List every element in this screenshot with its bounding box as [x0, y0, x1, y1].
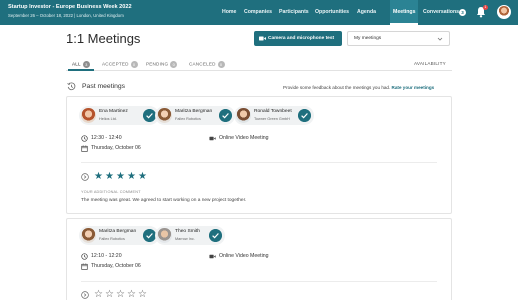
nav-agenda[interactable]: Agenda — [357, 9, 376, 15]
nav-conversations[interactable]: Conversations — [423, 9, 459, 15]
tab-all-count: 3 — [82, 61, 90, 68]
meetings-filter-select[interactable]: My meetings — [347, 31, 450, 46]
clock-icon — [81, 253, 88, 260]
participant-name: Maritza Bergman — [99, 229, 137, 234]
tab-canceled-count: 0 — [217, 61, 225, 68]
feedback-prompt-text: Provide some feedback about the meetings… — [283, 85, 391, 90]
meeting-date: Thursday, October 06 — [91, 145, 141, 151]
nav-meetings[interactable]: Meetings — [393, 9, 415, 15]
nav-participants[interactable]: Participants — [279, 9, 309, 15]
tab-pending-count: 0 — [170, 61, 178, 68]
chevron-down-icon — [437, 37, 443, 41]
participant-company: Fallex Robotics — [99, 237, 125, 241]
star-empty-icon[interactable]: ☆ — [94, 290, 103, 300]
tab-canceled-label: CANCELED — [189, 61, 216, 67]
meeting-card: Ena Martinez Helios Ltd. Maritza Bergman… — [66, 96, 452, 214]
comment-text: The meeting was great. We agreed to star… — [81, 198, 247, 203]
user-avatar[interactable] — [497, 5, 511, 19]
nav-active-underline — [390, 23, 418, 25]
notification-count-badge: 1 — [483, 5, 488, 10]
nav-home[interactable]: Home — [222, 9, 236, 15]
meeting-card: Maritza Bergman Fallex Robotics Theo Smi… — [66, 218, 452, 300]
tab-active-underline — [68, 69, 94, 71]
camera-icon — [259, 36, 266, 41]
participant-avatar — [157, 108, 172, 123]
tab-accepted-count: 0 — [130, 61, 138, 68]
camera-button-label: Camera and microphone test — [268, 36, 335, 41]
star-filled-icon[interactable]: ★ — [138, 172, 147, 182]
nav-opportunities[interactable]: Opportunities — [315, 9, 349, 15]
calendar-icon — [81, 145, 88, 152]
tab-pending-label: PENDING — [146, 61, 169, 67]
participant-avatar — [157, 228, 172, 243]
rate-meetings-link[interactable]: Rate your meetings — [392, 85, 435, 90]
star-filled-icon[interactable]: ★ — [94, 172, 103, 182]
participant-chip[interactable]: Theo Smith Marrow Inc. — [155, 226, 225, 245]
participant-company: Fallex Robotics — [175, 117, 201, 121]
meeting-time: 12:10 - 12:20 — [91, 253, 122, 259]
clock-icon — [81, 135, 88, 142]
check-icon — [209, 229, 222, 242]
participant-company: Towner Green GmbH — [254, 117, 290, 121]
comment-label: YOUR ADDITIONAL COMMENT — [81, 190, 141, 194]
meeting-location: Online Video Meeting — [219, 135, 269, 141]
participant-chip[interactable]: Ronald Townbeet Towner Green GmbH — [234, 106, 314, 125]
star-empty-icon[interactable]: ☆ — [105, 290, 114, 300]
card-divider — [81, 162, 437, 163]
tab-pending[interactable]: PENDING 0 — [146, 61, 178, 68]
tab-all[interactable]: ALL 3 — [72, 61, 90, 68]
star-empty-icon[interactable]: ☆ — [116, 290, 125, 300]
event-subtitle: September 26 – October 18, 2022 | London… — [8, 13, 124, 18]
meeting-date: Thursday, October 06 — [91, 263, 141, 269]
participant-name: Theo Smith — [175, 229, 201, 234]
participant-company: Marrow Inc. — [175, 237, 195, 241]
star-filled-icon[interactable]: ★ — [105, 172, 114, 182]
participant-name: Ena Martinez — [99, 109, 128, 114]
history-icon — [67, 82, 76, 91]
camera-microphone-test-button[interactable]: Camera and microphone test — [254, 31, 342, 46]
video-icon — [209, 254, 216, 259]
skip-rating-icon[interactable] — [81, 173, 89, 181]
page-title: 1:1 Meetings — [66, 31, 141, 46]
event-title[interactable]: Startup Investor - Europe Business Week … — [8, 4, 132, 10]
star-filled-icon[interactable]: ★ — [127, 172, 136, 182]
tab-canceled[interactable]: CANCELED 0 — [189, 61, 225, 68]
check-icon — [298, 109, 311, 122]
past-meetings-title: Past meetings — [82, 83, 126, 90]
calendar-icon — [81, 263, 88, 270]
participant-chip[interactable]: Maritza Bergman Fallex Robotics — [155, 106, 235, 125]
top-navigation-bar: Startup Investor - Europe Business Week … — [0, 0, 518, 25]
nav-companies[interactable]: Companies — [244, 9, 272, 15]
filter-selected-value: My meetings — [354, 36, 382, 41]
participant-chip[interactable]: Maritza Bergman Fallex Robotics — [79, 226, 159, 245]
conversations-count-badge: 3 — [459, 9, 466, 16]
video-icon — [209, 136, 216, 141]
tab-availability[interactable]: AVAILABILITY — [414, 61, 446, 66]
participant-name: Ronald Townbeet — [254, 109, 292, 114]
tab-all-label: ALL — [72, 61, 81, 67]
star-filled-icon[interactable]: ★ — [116, 172, 125, 182]
star-empty-icon[interactable]: ☆ — [127, 290, 136, 300]
participant-avatar — [81, 228, 96, 243]
meeting-time: 12:30 - 12:40 — [91, 135, 122, 141]
tab-accepted-label: ACCEPTED — [102, 61, 129, 67]
star-rating[interactable]: ★ ★ ★ ★ ★ — [94, 172, 154, 182]
participant-avatar — [236, 108, 251, 123]
tabs-divider — [66, 70, 452, 71]
check-icon — [219, 109, 232, 122]
star-empty-icon[interactable]: ☆ — [138, 290, 147, 300]
star-rating[interactable]: ☆ ☆ ☆ ☆ ☆ — [94, 290, 154, 300]
skip-rating-icon[interactable] — [81, 291, 89, 299]
participant-name: Maritza Bergman — [175, 109, 213, 114]
participant-avatar — [81, 108, 96, 123]
participant-chip[interactable]: Ena Martinez Helios Ltd. — [79, 106, 159, 125]
participant-company: Helios Ltd. — [99, 117, 117, 121]
tab-accepted[interactable]: ACCEPTED 0 — [102, 61, 138, 68]
card-divider — [81, 281, 437, 282]
feedback-prompt: Provide some feedback about the meetings… — [283, 85, 434, 90]
meeting-location: Online Video Meeting — [219, 253, 269, 259]
